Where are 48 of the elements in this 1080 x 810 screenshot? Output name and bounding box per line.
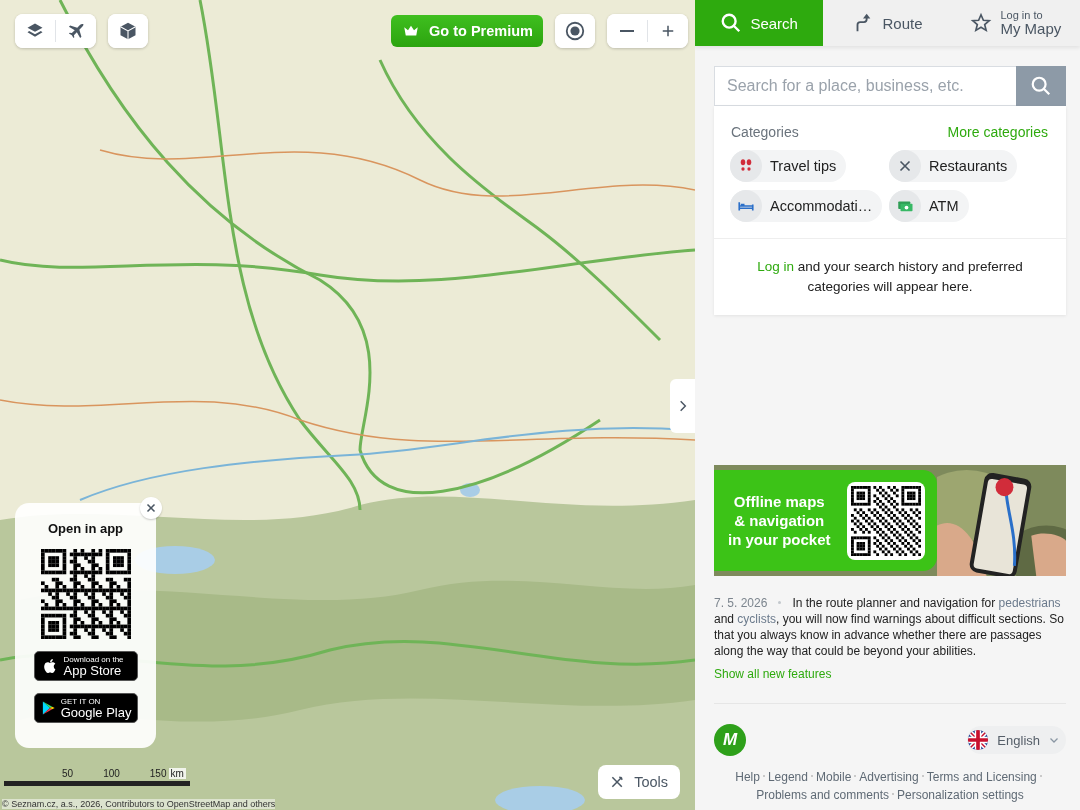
banner-text: Offline maps & navigation in your pocket [728, 492, 831, 549]
panel-tab[interactable]: Search [695, 0, 824, 46]
logo[interactable]: M [714, 724, 746, 756]
category-chip[interactable]: ATM [889, 190, 969, 222]
tools-button[interactable]: Tools [598, 765, 680, 799]
footer-link[interactable]: Legend [767, 770, 808, 784]
categories-heading: Categories [731, 124, 799, 140]
login-hint-text: Log in and your search history and preferred categories will appear here. [714, 238, 1066, 315]
footer-link[interactable]: Advertising [859, 770, 919, 784]
category-chip[interactable]: Restaurants [889, 150, 1018, 182]
category-chip[interactable]: Travel tips [730, 150, 847, 182]
scale-label: 100 [103, 768, 120, 779]
attribution-text: © Seznam.cz, a.s., 2026, Contributors to OpenStreetMap and others [2, 799, 276, 809]
news-text: 7. 5. 2026 In the route planner and navigation for pedestrians and cyclists, you will now find warnings about difficult sections. So that you always know in advance whether there are passages along the way that could be beyond your abilities. [714, 595, 1065, 659]
footer-link[interactable]: Problems and comments [756, 788, 889, 802]
qr-code [851, 485, 921, 556]
3d-button[interactable] [108, 14, 148, 48]
promo-title: Open in app [47, 521, 124, 536]
scale-label: 150 [149, 768, 167, 779]
category-chip[interactable]: Accommodati… [730, 190, 883, 222]
scale-unit: km [168, 768, 186, 779]
footer-link[interactable]: Help [735, 770, 760, 784]
search-field[interactable]: Search for a place, business, etc. [714, 66, 1016, 106]
airplane-icon [66, 21, 86, 41]
premium-button[interactable]: Go to Premium [391, 15, 543, 47]
search-button[interactable] [1016, 66, 1066, 106]
footer-link[interactable]: Personalization settings [897, 788, 1024, 802]
search-icon [1030, 75, 1052, 97]
close-icon [145, 502, 157, 514]
target-icon [563, 20, 586, 42]
search-icon [720, 12, 743, 34]
language-selector[interactable]: English [967, 726, 1066, 754]
locate-button[interactable] [554, 14, 595, 48]
login-link[interactable]: Log in [757, 259, 794, 274]
cube-icon [118, 21, 138, 41]
google-play-button[interactable]: GET IT ON Google Play [33, 693, 138, 723]
star-icon [970, 12, 993, 34]
scale-label: 50 [62, 768, 74, 779]
panel-tab[interactable]: Log in to My Mapy [951, 0, 1080, 46]
footer-link[interactable]: Mobile [815, 770, 852, 784]
minus-icon [619, 30, 634, 32]
news-link[interactable]: pedestrians [998, 596, 1061, 610]
footer-link[interactable]: Terms and Licensing [926, 770, 1037, 784]
flag-icon [967, 729, 990, 751]
more-categories-link[interactable]: More categories [947, 124, 1048, 140]
panel-tab[interactable]: Route [823, 0, 952, 46]
show-all-features-link[interactable]: Show all new features [714, 667, 832, 681]
app-store-button[interactable]: Download on the App Store [33, 651, 138, 681]
